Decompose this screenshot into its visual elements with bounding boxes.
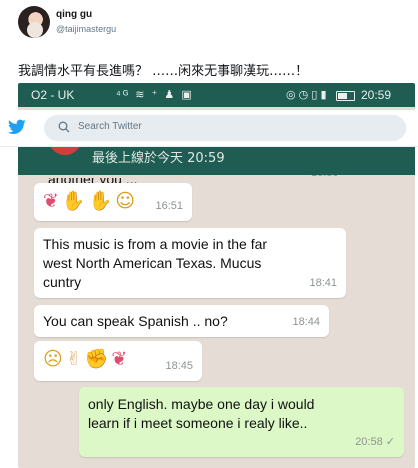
battery-icon	[336, 91, 355, 101]
message-line: learn if i meet someone i realy like..	[88, 415, 308, 431]
message-bubble[interactable]: This music is from a movie in the far we…	[34, 228, 346, 298]
message-text: only English. maybe one day i would lear…	[88, 395, 314, 433]
person-add-icon: ⁺	[151, 89, 160, 101]
message-text: You can speak Spanish .. no?	[43, 313, 228, 329]
carrier-label: O2 - UK	[31, 88, 75, 102]
pray-icon: ✋	[61, 190, 86, 212]
status-icons: ◎ ◷ ▯ ▮	[286, 88, 327, 101]
signal-bars-icon: ▮	[320, 89, 327, 101]
phone-status-bar: O2 - UK ⁴ᴳ ≋ ⁺ ♟ ▣ ◎ ◷ ▯ ▮ 20:59	[18, 83, 415, 107]
message-time-status: 20:58 ✓	[355, 433, 395, 452]
message-time: 20:58	[355, 436, 383, 448]
star-struck-icon: ☺	[115, 190, 136, 212]
outgoing-message-bubble[interactable]: only English. maybe one day i would lear…	[79, 387, 404, 457]
message-line: cuntry	[43, 274, 82, 290]
alarm-icon: ◷	[298, 89, 309, 101]
signal-icon: ⁴ᴳ	[116, 89, 131, 101]
sent-check-icon: ✓	[385, 436, 395, 448]
emoji-row: ☹ ✌ ✊ ❦	[43, 350, 130, 370]
author-avatar[interactable]	[18, 6, 50, 38]
flushed-face-icon: ☹	[43, 348, 63, 370]
eye-icon: ◎	[286, 89, 296, 101]
pray-icon: ✋	[88, 190, 113, 212]
author-name[interactable]: qing gu	[56, 9, 92, 20]
search-icon	[58, 121, 70, 133]
message-line: This music is from a movie in the far	[43, 236, 268, 252]
thumbs-up-icon: ✊	[84, 348, 109, 370]
vibrate-icon: ▯	[311, 89, 318, 101]
message-line: only English. maybe one day i would	[88, 396, 315, 412]
message-bubble[interactable]: ☹ ✌ ✊ ❦ 18:45	[34, 341, 202, 381]
image-icon: ▣	[181, 89, 194, 101]
wifi-icon: ≋	[135, 89, 147, 101]
message-bubble[interactable]: ❦ ✋ ✋ ☺ 16:51	[34, 183, 192, 221]
tweet-text: 我調情水平有長進嗎？ ……闲來无事聊漢玩……！	[18, 64, 309, 79]
message-text: This music is from a movie in the far we…	[43, 235, 267, 292]
author-handle[interactable]: @taijimastergu	[56, 24, 116, 34]
message-line: west North American Texas. Mucus	[43, 255, 262, 271]
network-icons: ⁴ᴳ ≋ ⁺ ♟ ▣	[116, 88, 194, 101]
message-bubble[interactable]: You can speak Spanish .. no? 18:44	[34, 305, 329, 337]
message-time: 18:45	[165, 360, 193, 372]
message-time: 16:51	[155, 200, 183, 212]
twitter-top-bar: Search Twitter	[0, 110, 418, 147]
twitter-bird-icon[interactable]	[8, 119, 26, 135]
search-box[interactable]: Search Twitter	[44, 115, 406, 141]
message-time: 18:41	[309, 277, 337, 289]
person-icon: ♟	[164, 89, 177, 101]
message-time: 18:44	[292, 316, 320, 328]
last-seen-status: 最後上線於今天 20:59	[92, 151, 225, 166]
tulip-icon: ❦	[111, 348, 128, 370]
raising-hands-icon: ✌	[65, 348, 82, 370]
status-time: 20:59	[361, 88, 392, 102]
tulip-icon: ❦	[43, 190, 59, 212]
search-input[interactable]: Search Twitter	[78, 121, 142, 132]
emoji-row: ❦ ✋ ✋ ☺	[43, 192, 138, 212]
